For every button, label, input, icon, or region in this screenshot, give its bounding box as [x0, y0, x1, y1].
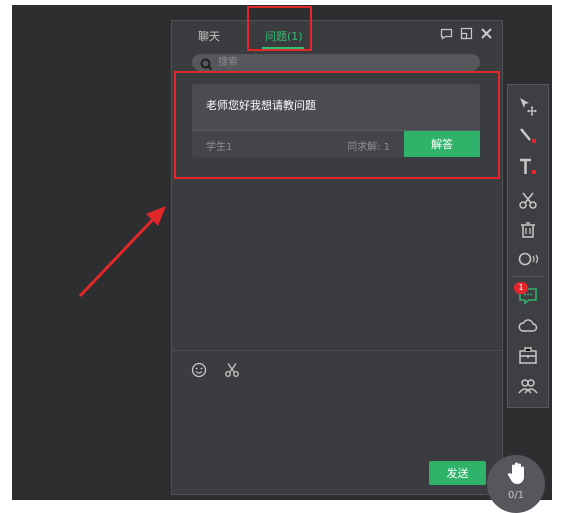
whiteboard-toolbar: 1: [507, 84, 549, 408]
raise-hand-button[interactable]: 0/1: [487, 455, 545, 513]
search-icon: [200, 56, 213, 71]
restore-icon[interactable]: [460, 27, 473, 40]
emoji-icon[interactable]: [191, 362, 207, 378]
questions-icon[interactable]: 1: [514, 282, 539, 307]
cloud-icon[interactable]: [517, 315, 539, 337]
scissors-icon[interactable]: [517, 189, 539, 211]
toolbox-icon[interactable]: [517, 345, 539, 367]
users-icon[interactable]: [517, 375, 539, 397]
close-icon[interactable]: [480, 27, 493, 40]
search-input[interactable]: [218, 55, 468, 70]
toolbar-separator: [512, 276, 544, 277]
tab-chat[interactable]: 聊天: [198, 28, 220, 44]
screenshot-icon[interactable]: [224, 362, 240, 378]
hand-raise-count: 0/1: [507, 490, 525, 501]
composer-divider: [172, 350, 502, 351]
hand-icon: [506, 461, 528, 485]
tab-bar: 聊天 问题(1): [172, 21, 502, 49]
trash-icon[interactable]: [517, 219, 539, 241]
popout-icon[interactable]: [440, 27, 453, 40]
pen-icon[interactable]: [517, 125, 539, 147]
questions-badge: 1: [514, 282, 528, 294]
laser-icon[interactable]: [517, 248, 539, 270]
send-button[interactable]: 发送: [429, 461, 486, 485]
search-bar: [192, 54, 480, 71]
highlight-tab-box: [247, 6, 312, 51]
annotation-arrow: [78, 206, 166, 298]
text-icon[interactable]: [517, 157, 539, 179]
highlight-question-box: [174, 71, 500, 179]
select-icon[interactable]: [517, 95, 539, 117]
